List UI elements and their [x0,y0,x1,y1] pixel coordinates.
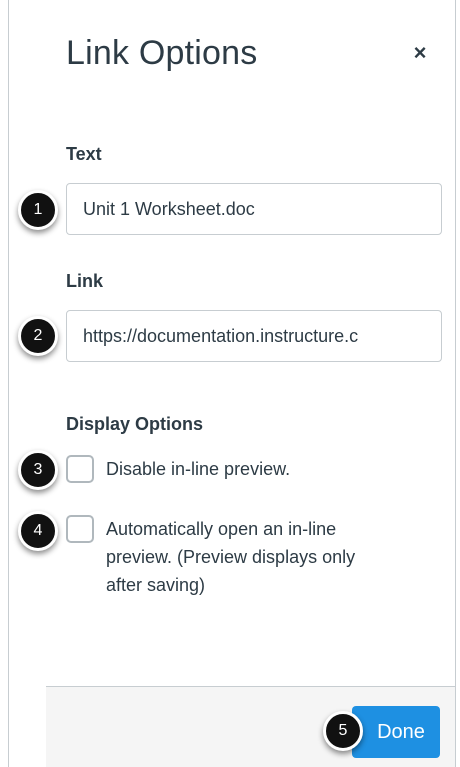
dialog-left-border [8,0,9,767]
callout-badge-3: 3 [18,450,58,490]
display-options-heading: Display Options [66,414,204,434]
close-icon[interactable]: × [405,38,435,68]
auto-open-preview-label-line2: preview. (Preview displays only [106,547,356,567]
link-field-label: Link [66,271,104,291]
link-field-input[interactable]: https://documentation.instructure.c [66,310,442,362]
auto-open-preview-checkbox[interactable] [66,515,94,543]
done-button[interactable]: Done [352,706,440,758]
dialog-title: Link Options [66,34,258,72]
link-options-dialog: Link Options × Text Unit 1 Worksheet.doc… [0,0,460,767]
callout-badge-5: 5 [323,711,363,751]
callout-badge-1: 1 [18,190,58,230]
dialog-right-border [455,0,456,767]
disable-preview-label: Disable in-line preview. [106,459,291,479]
auto-open-preview-label-line3: after saving) [106,575,206,595]
text-field-input[interactable]: Unit 1 Worksheet.doc [66,183,442,235]
callout-badge-2: 2 [18,316,58,356]
auto-open-preview-label-line1: Automatically open an in-line [106,519,337,539]
text-field-value: Unit 1 Worksheet.doc [83,199,255,219]
link-field-value: https://documentation.instructure.c [83,326,359,346]
callout-badge-4: 4 [18,511,58,551]
text-field-label: Text [66,144,102,164]
disable-preview-checkbox[interactable] [66,455,94,483]
